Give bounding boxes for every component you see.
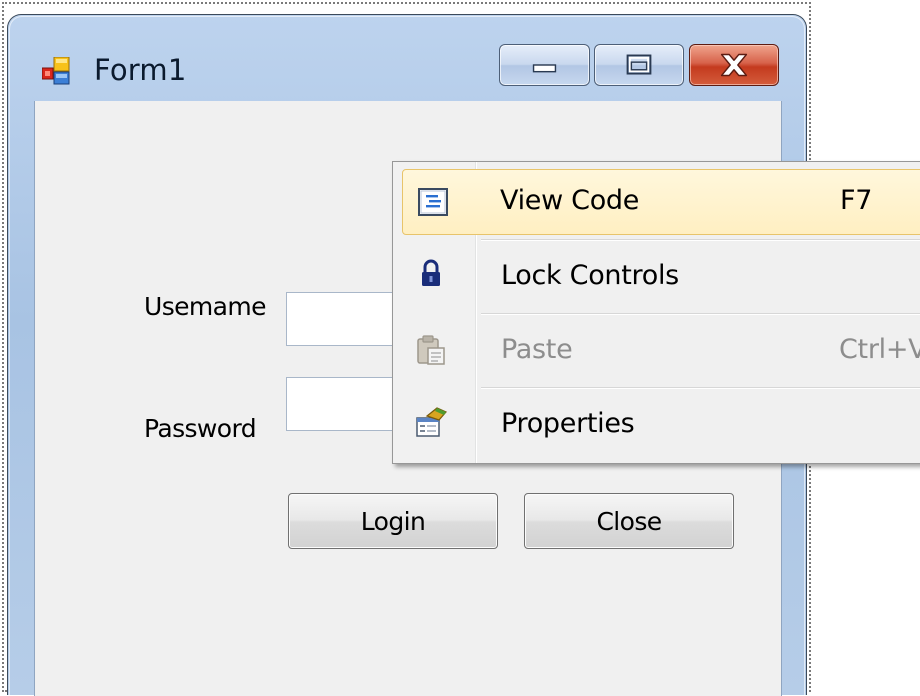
window-title: Form1 <box>94 53 187 87</box>
menu-item-view-code[interactable]: View Code F7 <box>402 169 920 235</box>
password-label: Password <box>144 414 257 443</box>
login-button[interactable]: Login <box>288 493 498 549</box>
paste-icon <box>417 335 445 365</box>
view-code-icon <box>418 188 448 216</box>
maximize-icon <box>626 54 652 75</box>
maximize-button[interactable] <box>594 44 684 86</box>
minimize-icon <box>532 64 557 73</box>
close-button[interactable]: Close <box>524 493 734 549</box>
properties-icon <box>416 407 447 437</box>
close-window-button[interactable] <box>689 44 779 86</box>
menu-separator <box>481 313 920 315</box>
minimize-button[interactable] <box>499 44 590 86</box>
menu-label: Properties <box>501 408 635 439</box>
lock-icon <box>422 259 440 286</box>
title-bar[interactable]: Form1 <box>8 15 806 101</box>
menu-label: Paste <box>501 334 573 365</box>
menu-label: Lock Controls <box>501 260 679 291</box>
context-menu: View Code F7 Lock Controls Paste Ctrl+V <box>392 161 920 464</box>
menu-item-properties[interactable]: Properties <box>395 392 920 458</box>
menu-separator <box>481 239 920 241</box>
close-icon <box>720 53 748 77</box>
menu-shortcut: F7 <box>840 185 873 216</box>
username-label: Usemame <box>144 292 267 321</box>
app-form-icon <box>42 57 70 85</box>
menu-separator <box>481 387 920 389</box>
menu-label: View Code <box>500 185 640 216</box>
menu-item-lock-controls[interactable]: Lock Controls <box>395 246 920 312</box>
menu-item-paste[interactable]: Paste Ctrl+V <box>395 320 920 386</box>
menu-shortcut: Ctrl+V <box>839 334 920 365</box>
